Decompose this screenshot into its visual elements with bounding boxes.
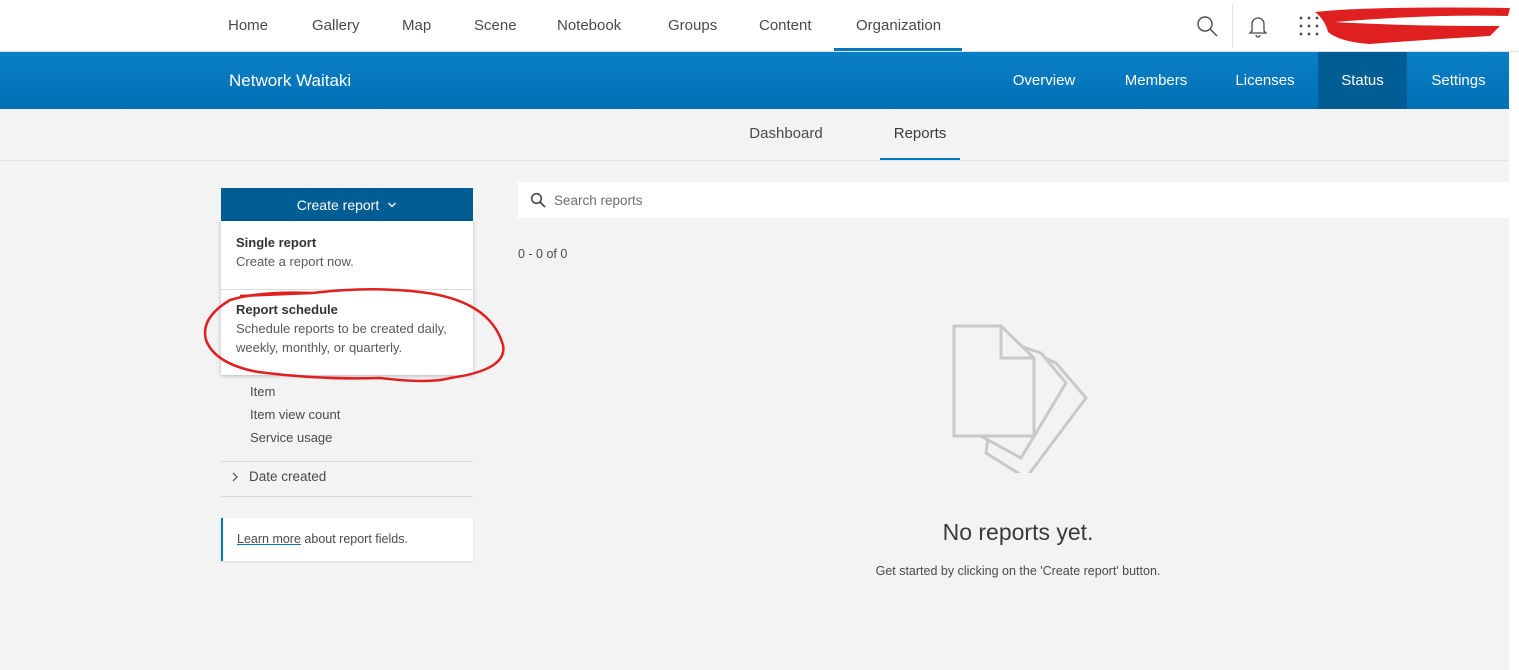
tab-settings[interactable]: Settings bbox=[1416, 52, 1501, 109]
nav-notebook[interactable]: Notebook bbox=[557, 0, 621, 51]
report-schedule-desc-line2: weekly, monthly, or quarterly. bbox=[236, 340, 403, 355]
date-created-filter[interactable]: Date created bbox=[231, 469, 326, 484]
nav-organization[interactable]: Organization bbox=[856, 0, 941, 51]
top-navigation: Home Gallery Map Scene Notebook Groups C… bbox=[0, 0, 1519, 52]
empty-state-subtitle: Get started by clicking on the 'Create r… bbox=[875, 564, 1161, 578]
nav-groups[interactable]: Groups bbox=[668, 0, 717, 51]
status-subtabs: Dashboard Reports bbox=[0, 109, 1509, 161]
report-schedule-desc-line1: Schedule reports to be created daily, bbox=[236, 321, 447, 336]
report-schedule-desc: Schedule reports to be created daily, we… bbox=[236, 319, 473, 357]
filter-divider bbox=[221, 496, 473, 497]
learn-more-notice: Learn more about report fields. bbox=[221, 518, 473, 561]
search-icon[interactable] bbox=[1195, 14, 1219, 38]
redaction-scribble bbox=[1315, 7, 1510, 44]
tab-licenses[interactable]: Licenses bbox=[1218, 52, 1312, 109]
learn-more-link[interactable]: Learn more bbox=[237, 532, 301, 546]
search-icon bbox=[530, 192, 546, 208]
results-count: 0 - 0 of 0 bbox=[518, 247, 568, 261]
reports-content: Dashboard Reports Create report Single r… bbox=[0, 109, 1509, 670]
organization-bar: Network Waitaki Overview Members License… bbox=[0, 52, 1509, 109]
chevron-down-icon bbox=[388, 202, 397, 207]
nav-home[interactable]: Home bbox=[228, 0, 268, 51]
nav-active-indicator bbox=[834, 48, 962, 51]
create-report-label: Create report bbox=[296, 196, 380, 213]
organization-title: Network Waitaki bbox=[229, 71, 352, 90]
create-report-menu: Single report Create a report now. Repor… bbox=[221, 221, 473, 375]
subtab-dashboard[interactable]: Dashboard bbox=[736, 109, 836, 160]
nav-map[interactable]: Map bbox=[402, 0, 431, 51]
bell-icon[interactable] bbox=[1246, 14, 1270, 38]
report-schedule-title: Report schedule bbox=[236, 302, 338, 317]
page-edge bbox=[1509, 52, 1519, 670]
search-reports-input[interactable] bbox=[554, 182, 1454, 218]
nav-scene[interactable]: Scene bbox=[474, 0, 517, 51]
nav-gallery[interactable]: Gallery bbox=[312, 0, 360, 51]
tab-members[interactable]: Members bbox=[1105, 52, 1207, 109]
filter-item-view-count[interactable]: Item view count bbox=[250, 405, 340, 428]
search-reports-box bbox=[518, 182, 1509, 218]
date-created-label: Date created bbox=[249, 469, 327, 484]
menu-item-single-report[interactable]: Single report Create a report now. bbox=[221, 235, 473, 271]
menu-item-report-schedule[interactable]: Report schedule Schedule reports to be c… bbox=[221, 302, 473, 357]
filter-item[interactable]: Item bbox=[250, 382, 340, 405]
report-type-filters: Item Item view count Service usage bbox=[250, 382, 340, 451]
single-report-title: Single report bbox=[236, 235, 317, 250]
single-report-desc: Create a report now. bbox=[236, 254, 354, 269]
nav-divider bbox=[1232, 4, 1233, 48]
nav-content[interactable]: Content bbox=[759, 0, 812, 51]
subtab-reports[interactable]: Reports bbox=[880, 109, 960, 160]
chevron-right-icon bbox=[232, 472, 238, 481]
menu-divider bbox=[221, 289, 473, 290]
tab-overview[interactable]: Overview bbox=[993, 52, 1095, 109]
filter-divider bbox=[221, 461, 473, 462]
create-report-button[interactable]: Create report bbox=[221, 188, 473, 221]
filter-service-usage[interactable]: Service usage bbox=[250, 428, 340, 451]
empty-state-title: No reports yet. bbox=[942, 519, 1094, 545]
learn-more-text: about report fields. bbox=[300, 532, 408, 546]
empty-documents-icon bbox=[952, 324, 1088, 473]
tab-status[interactable]: Status bbox=[1318, 52, 1407, 109]
